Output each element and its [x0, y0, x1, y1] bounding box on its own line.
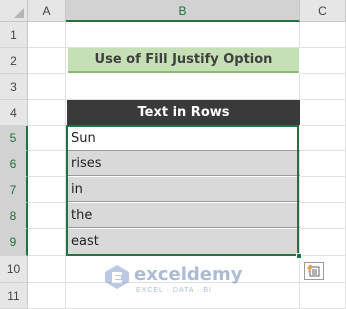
- fill-handle[interactable]: [296, 253, 302, 259]
- exceldemy-logo-icon: [105, 265, 129, 289]
- table-cell-b6[interactable]: rises: [67, 151, 300, 176]
- grid-cell[interactable]: [28, 203, 66, 229]
- select-all-corner[interactable]: [0, 0, 28, 22]
- grid-cell[interactable]: [66, 74, 300, 100]
- grid-cell[interactable]: [300, 283, 346, 309]
- sheet-title[interactable]: Use of Fill Justify Option: [68, 48, 299, 73]
- row-header-4[interactable]: 4: [0, 100, 28, 126]
- row-header-2[interactable]: 2: [0, 48, 28, 74]
- grid-cell[interactable]: [28, 74, 66, 100]
- grid-cell[interactable]: [300, 151, 346, 177]
- column-header-a[interactable]: A: [28, 0, 66, 22]
- grid-cell[interactable]: [28, 229, 66, 256]
- row-header-7[interactable]: 7: [0, 177, 28, 203]
- grid-cell[interactable]: [300, 48, 346, 74]
- grid-cell[interactable]: [300, 22, 346, 48]
- grid-cell[interactable]: [300, 100, 346, 126]
- grid-cell[interactable]: [28, 177, 66, 203]
- row-header-1[interactable]: 1: [0, 22, 28, 48]
- row-header-11[interactable]: 11: [0, 283, 28, 309]
- grid-cell[interactable]: [28, 48, 66, 74]
- table-cell-b9[interactable]: east: [67, 229, 300, 256]
- table-cell-b8[interactable]: the: [67, 203, 300, 228]
- grid-cell[interactable]: [300, 203, 346, 229]
- column-header-b[interactable]: B: [66, 0, 300, 22]
- table-header[interactable]: Text in Rows: [67, 100, 300, 125]
- row-header-6[interactable]: 6: [0, 151, 28, 177]
- table-cell-b5[interactable]: Sun: [67, 126, 300, 151]
- table-cell-b7[interactable]: in: [67, 177, 300, 202]
- exceldemy-watermark: exceldemy EXCEL · DATA · BI: [104, 262, 254, 302]
- flash-fill-options-button[interactable]: [304, 262, 324, 280]
- grid-cell[interactable]: [28, 126, 66, 151]
- grid-cell[interactable]: [28, 151, 66, 177]
- watermark-tagline: EXCEL · DATA · BI: [136, 287, 212, 294]
- row-header-5[interactable]: 5: [0, 126, 28, 151]
- grid-cell[interactable]: [300, 74, 346, 100]
- column-header-c[interactable]: C: [300, 0, 346, 22]
- grid-cell[interactable]: [28, 100, 66, 126]
- grid-cell[interactable]: [28, 283, 66, 309]
- grid-cell[interactable]: [300, 126, 346, 151]
- row-header-8[interactable]: 8: [0, 203, 28, 229]
- row-header-9[interactable]: 9: [0, 229, 28, 256]
- grid-cell[interactable]: [66, 22, 300, 48]
- grid-cell[interactable]: [28, 256, 66, 283]
- spreadsheet: A B C 1 2 3 4 5 6 7 8 9 10 11 Use of Fil…: [0, 0, 346, 309]
- row-header-3[interactable]: 3: [0, 74, 28, 100]
- row-header-10[interactable]: 10: [0, 256, 28, 283]
- grid-cell[interactable]: [28, 22, 66, 48]
- grid-cell[interactable]: [300, 229, 346, 256]
- watermark-name: exceldemy: [134, 264, 243, 285]
- grid-cell[interactable]: [300, 177, 346, 203]
- flash-fill-options-icon: [307, 265, 320, 277]
